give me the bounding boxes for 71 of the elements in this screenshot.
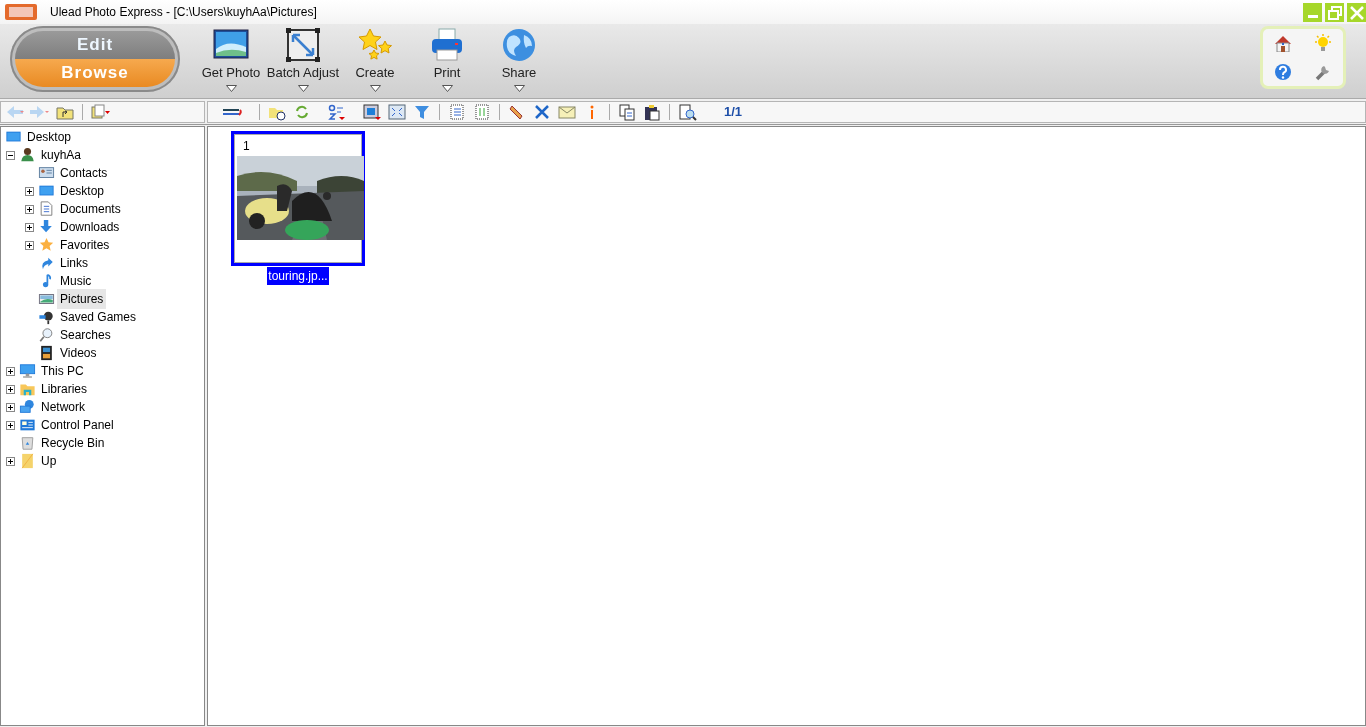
copy-icon[interactable]	[617, 103, 637, 121]
stars-icon	[356, 27, 394, 63]
tree-item[interactable]: Links	[57, 253, 91, 273]
expand-toggle[interactable]	[6, 402, 15, 412]
tree-item[interactable]: Desktop	[57, 181, 108, 201]
app-icon	[4, 3, 38, 21]
tree-item[interactable]: Videos	[57, 343, 100, 363]
picture-icon	[38, 291, 55, 307]
network-icon	[19, 399, 36, 415]
preview-icon[interactable]	[677, 103, 697, 121]
home-icon[interactable]	[1273, 34, 1293, 53]
paste-icon[interactable]	[642, 103, 662, 121]
window-title: Ulead Photo Express - [C:\Users\kuyhAa\Pictures]	[50, 4, 317, 21]
lightbulb-icon[interactable]	[1313, 34, 1333, 53]
tree-item[interactable]: Desktop	[24, 127, 75, 147]
fit-icon[interactable]	[387, 103, 407, 121]
thumbnail-frame[interactable]: 1	[231, 131, 365, 266]
expand-toggle[interactable]	[25, 204, 34, 214]
collapse-toggle[interactable]	[6, 150, 15, 160]
tree-item[interactable]: Control Panel	[38, 415, 117, 435]
minimize-icon	[1307, 15, 1318, 18]
tree-item[interactable]: Recycle Bin	[38, 433, 108, 453]
star-icon	[38, 237, 55, 253]
filter-icon[interactable]	[412, 103, 432, 121]
tree-item[interactable]: Documents	[57, 199, 124, 219]
tree-item[interactable]: Network	[38, 397, 88, 417]
tree-item[interactable]: This PC	[38, 361, 87, 381]
note-icon	[19, 453, 36, 469]
thumbnail-number: 1	[243, 138, 250, 155]
mail-icon[interactable]	[557, 103, 577, 121]
globe-icon	[500, 27, 538, 63]
view-icon[interactable]	[90, 103, 110, 121]
tree-item[interactable]: Music	[57, 271, 95, 291]
expand-toggle[interactable]	[6, 420, 15, 430]
tree-item[interactable]: Searches	[57, 325, 114, 345]
toolbar-button[interactable]: Get Photo	[195, 27, 267, 98]
tree-item[interactable]: kuyhAa	[38, 145, 85, 165]
help-icon[interactable]	[1273, 62, 1293, 81]
expand-toggle[interactable]	[6, 366, 15, 376]
expand-toggle[interactable]	[25, 222, 34, 232]
thumbnail-size-icon[interactable]	[362, 103, 382, 121]
toolbar-button[interactable]: Create	[339, 27, 411, 98]
tree-item[interactable]: Favorites	[57, 235, 113, 255]
tree-item[interactable]: Downloads	[57, 217, 123, 237]
delete-icon[interactable]	[532, 103, 552, 121]
tree-item[interactable]: Contacts	[57, 163, 111, 183]
close-icon	[1349, 5, 1364, 20]
toolbar-button[interactable]: Batch Adjust	[267, 27, 339, 98]
expand-toggle[interactable]	[6, 384, 15, 394]
toolbar-button[interactable]: Print	[411, 27, 483, 98]
expand-toggle[interactable]	[6, 456, 15, 466]
tree-item[interactable]: Up	[38, 451, 60, 471]
document-icon	[38, 201, 55, 217]
film-icon	[38, 345, 55, 361]
resize-icon	[284, 27, 322, 63]
tree-item[interactable]: Saved Games	[57, 307, 140, 327]
user-icon	[19, 147, 36, 163]
control-panel-icon	[19, 417, 36, 433]
page-counter: 1/1	[724, 103, 743, 122]
contact-card-icon	[38, 165, 55, 181]
restore-icon	[1327, 5, 1342, 20]
toolbar-button[interactable]: Share	[483, 27, 555, 98]
tree-item[interactable]: Libraries	[38, 379, 91, 399]
thumbnail-filename[interactable]: touring.jp...	[267, 267, 329, 285]
magnifier-icon	[38, 327, 55, 343]
expand-toggle[interactable]	[25, 240, 34, 250]
monitor-icon	[19, 363, 36, 379]
gamepad-icon	[38, 309, 55, 325]
recycle-bin-icon	[19, 435, 36, 451]
tree-item[interactable]: Pictures	[57, 289, 107, 309]
expand-toggle[interactable]	[25, 186, 34, 196]
